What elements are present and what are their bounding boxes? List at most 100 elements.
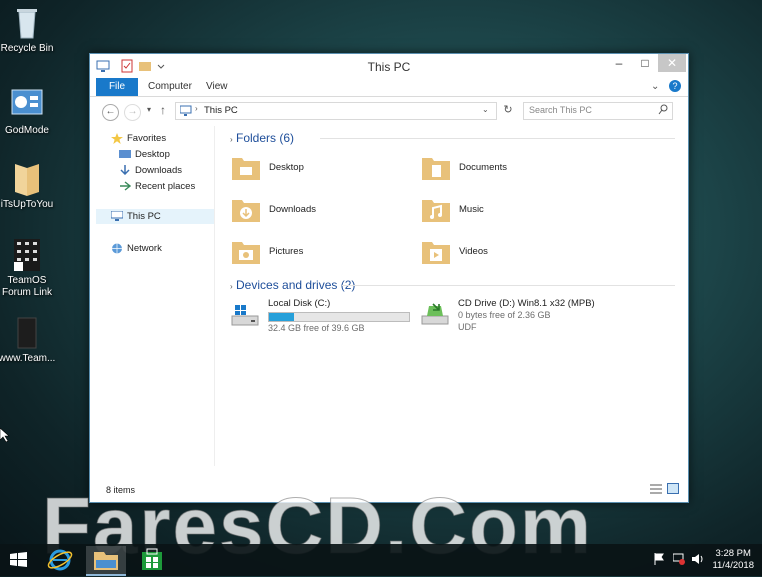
explorer-window: This PC – □ ✕ File Computer View ⌄ ? ← →… (89, 53, 689, 503)
folder-label: Music (459, 204, 484, 215)
content-pane: › Folders (6) Desktop Documents Download… (220, 126, 680, 466)
folder-tile-downloads[interactable]: Downloads (231, 196, 411, 226)
drive-usage-fill (269, 313, 295, 321)
search-placeholder: Search This PC (529, 105, 592, 115)
nav-recent-places[interactable]: Recent places (119, 180, 195, 194)
folder-label: Downloads (269, 204, 316, 215)
network-icon (111, 243, 123, 254)
folder-tile-music[interactable]: Music (421, 196, 601, 226)
pictures-folder-icon (231, 238, 261, 266)
desktop-icon-www-team[interactable]: www.Team... (0, 316, 58, 365)
desktop-folder-icon (231, 154, 261, 182)
file-explorer-taskbar-button[interactable] (86, 546, 126, 576)
network-status-icon[interactable] (672, 553, 685, 568)
internet-explorer-icon[interactable] (44, 546, 76, 574)
desktop-icon-teamos[interactable]: TeamOS Forum Link (0, 238, 58, 299)
search-icon[interactable] (658, 104, 668, 118)
folder-tile-pictures[interactable]: Pictures (231, 238, 411, 268)
collapse-chevron-icon[interactable]: › (230, 282, 233, 291)
navigation-pane: Favorites Desktop Downloads Recent place… (96, 126, 215, 466)
nav-network[interactable]: Network (111, 242, 162, 256)
search-box[interactable]: Search This PC (523, 102, 673, 120)
details-view-icon[interactable] (650, 484, 662, 497)
devices-header[interactable]: › Devices and drives (2) (230, 278, 355, 292)
folder-label: Pictures (269, 246, 304, 257)
close-button[interactable]: ✕ (658, 54, 686, 72)
folder-label: Desktop (269, 162, 304, 173)
expand-ribbon-icon[interactable]: ⌄ (651, 81, 659, 92)
group-divider (320, 138, 675, 139)
drive-free-space: 0 bytes free of 2.36 GB (458, 310, 551, 320)
nav-desktop[interactable]: Desktop (119, 148, 170, 162)
desktop-icon-label: iTsUpToYou (0, 199, 54, 210)
forward-button[interactable]: → (124, 104, 141, 121)
system-clock[interactable]: 3:28 PM 11/4/2018 (712, 548, 754, 572)
help-icon[interactable]: ? (669, 80, 681, 92)
action-center-flag-icon[interactable] (654, 553, 664, 568)
cd-drive-icon (421, 300, 451, 331)
address-text: This PC (204, 105, 238, 116)
hard-drive-icon (231, 302, 261, 333)
drive-usage-bar (268, 312, 410, 322)
maximize-button[interactable]: □ (632, 54, 658, 72)
downloads-folder-icon (231, 196, 261, 224)
tab-view[interactable]: View (198, 78, 236, 96)
nav-this-pc[interactable]: This PC (110, 210, 161, 224)
desktop-icon-recycle-bin[interactable]: Recycle Bin (0, 6, 58, 55)
start-button[interactable] (2, 546, 34, 574)
window-title: This PC (367, 60, 411, 74)
desktop-icon (119, 149, 131, 159)
music-folder-icon (421, 196, 451, 224)
ribbon: File Computer View ⌄ ? (90, 78, 688, 97)
taskbar: 3:28 PM 11/4/2018 (0, 544, 762, 576)
folder-tile-documents[interactable]: Documents (421, 154, 601, 184)
drive-name: Local Disk (C:) (268, 298, 331, 309)
computer-icon (179, 105, 192, 119)
desktop-icon-label: GodMode (5, 125, 49, 136)
group-divider (342, 285, 675, 286)
folders-header[interactable]: › Folders (6) (230, 131, 294, 145)
desktop-icon-label: TeamOS Forum Link (1, 275, 52, 298)
clock-time: 3:28 PM (715, 548, 751, 559)
shortcut-icon (11, 238, 43, 272)
drive-filesystem: UDF (458, 322, 477, 332)
clock-date: 11/4/2018 (712, 560, 754, 571)
drive-tile-local-disk[interactable]: Local Disk (C:) 32.4 GB free of 39.6 GB (231, 298, 416, 334)
control-panel-icon (11, 88, 43, 122)
recent-places-icon (119, 181, 132, 192)
computer-icon (110, 210, 124, 222)
refresh-button[interactable]: ↻ (500, 103, 516, 119)
drive-tile-cd[interactable]: CD Drive (D:) Win8.1 x32 (MPB) 0 bytes f… (421, 298, 651, 334)
folder-tile-videos[interactable]: Videos (421, 238, 601, 268)
address-dropdown-icon[interactable]: ⌄ (482, 105, 489, 114)
volume-icon[interactable] (692, 553, 704, 568)
collapse-chevron-icon[interactable]: › (230, 135, 233, 144)
folder-label: Videos (459, 246, 488, 257)
star-icon (111, 133, 123, 145)
title-bar[interactable]: This PC – □ ✕ (90, 54, 688, 78)
tab-file[interactable]: File (96, 78, 138, 96)
mouse-cursor-icon (0, 427, 10, 445)
address-bar[interactable]: › This PC ⌄ (175, 102, 497, 120)
folder-label: Documents (459, 162, 508, 173)
desktop-icon-label: www.Team... (0, 353, 56, 364)
drive-free-space: 32.4 GB free of 39.6 GB (268, 323, 365, 333)
minimize-button[interactable]: – (606, 54, 632, 72)
nav-downloads[interactable]: Downloads (119, 164, 182, 178)
desktop-icon-itsuptoyou[interactable]: iTsUpToYou (0, 162, 58, 211)
address-row: ← → ▾ ↑ › This PC ⌄ ↻ Search This PC (90, 97, 688, 125)
desktop-icon-godmode[interactable]: GodMode (0, 88, 58, 137)
tab-computer[interactable]: Computer (140, 78, 200, 96)
large-icons-view-icon[interactable] (667, 483, 679, 497)
folder-tile-desktop[interactable]: Desktop (231, 154, 411, 184)
recycle-bin-icon (11, 6, 43, 40)
up-button[interactable]: ↑ (160, 103, 166, 117)
recent-locations-icon[interactable]: ▾ (147, 105, 151, 114)
desktop-icon-label: Recycle Bin (0, 43, 54, 54)
nav-favorites[interactable]: Favorites (111, 132, 166, 146)
download-arrow-icon (119, 165, 131, 176)
store-icon[interactable] (136, 546, 168, 574)
videos-folder-icon (421, 238, 451, 266)
back-button[interactable]: ← (102, 104, 119, 121)
breadcrumb-chevron-icon: › (195, 104, 198, 113)
